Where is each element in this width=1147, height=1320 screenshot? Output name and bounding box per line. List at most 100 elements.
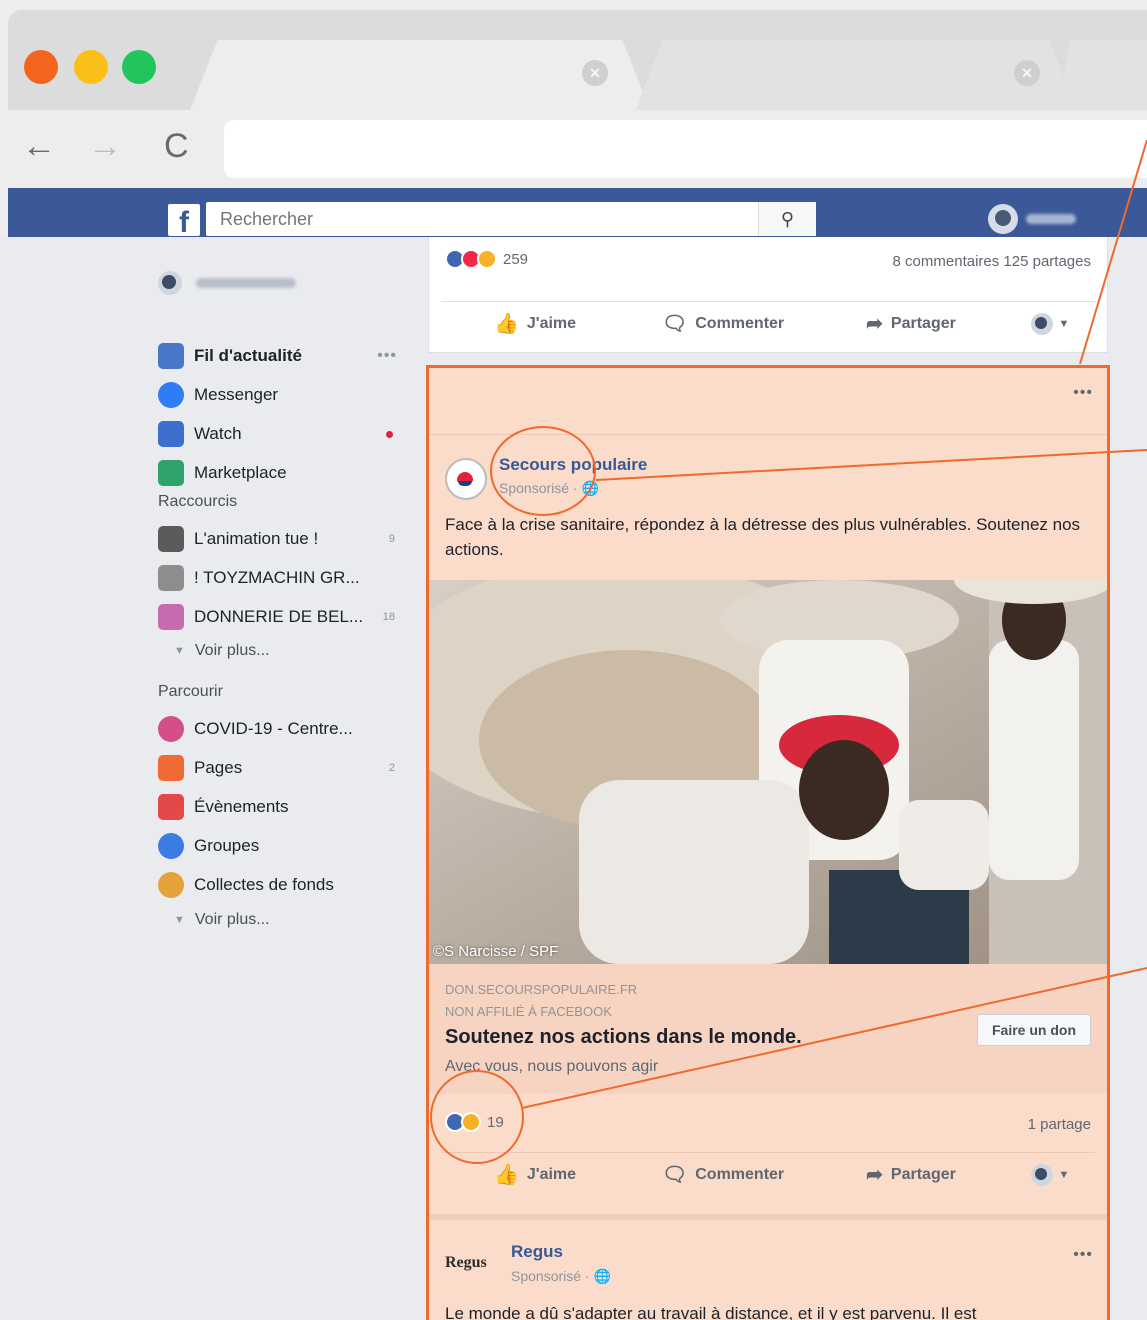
sidebar-item-label: DONNERIE DE BEL... [194, 607, 364, 626]
browser-tab-active[interactable]: × [190, 40, 650, 110]
see-more-label: Voir plus... [194, 911, 270, 928]
post-options-icon[interactable]: ••• [1073, 1246, 1093, 1264]
calendar-icon [158, 794, 184, 820]
browser-tab-inactive[interactable]: × [636, 40, 1076, 110]
forward-arrow-icon[interactable]: → [88, 126, 122, 166]
sidebar-item-label: Pages [194, 758, 243, 777]
flag-icon [158, 755, 184, 781]
comments-shares-count[interactable]: 8 commentaires 125 partages [893, 253, 1091, 270]
chevron-down-icon: ▼ [174, 914, 185, 926]
care-reaction-icon [477, 249, 497, 269]
donate-button[interactable]: Faire un don [977, 1014, 1091, 1046]
address-bar[interactable] [224, 120, 1147, 178]
tab-close-icon[interactable]: × [1014, 60, 1040, 86]
photo-credit: ©S Narcisse / SPF [433, 943, 559, 960]
like-button[interactable]: 👍 J'aime [441, 311, 629, 336]
page-avatar[interactable] [445, 458, 487, 500]
minimize-window-button[interactable] [74, 50, 108, 84]
back-arrow-icon[interactable]: ← [22, 126, 56, 166]
sidebar-item-covid[interactable]: COVID-19 - Centre... [158, 714, 403, 744]
sidebar-item-messenger[interactable]: Messenger [158, 380, 403, 410]
ad-headline: Soutenez nos actions dans le monde. [445, 1026, 802, 1048]
share-arrow-icon: ➦ [866, 1164, 883, 1186]
facebook-logo-icon[interactable]: f [168, 204, 200, 236]
share-label: Partager [890, 314, 956, 332]
browser-toolbar: ← → C [8, 110, 1147, 188]
reload-icon[interactable]: C [164, 126, 189, 166]
more-options-icon[interactable]: ••• [377, 347, 397, 365]
ad-photo-illustration [429, 580, 1107, 964]
see-more-link[interactable]: ▼ Voir plus... [174, 642, 270, 660]
react-as-button[interactable]: ▼ [1005, 312, 1095, 335]
sidebar-item-label: Fil d'actualité [194, 346, 302, 365]
sidebar-item-groups[interactable]: Groupes [158, 831, 403, 861]
group-icon [158, 565, 184, 591]
blurred-username [1026, 214, 1076, 224]
ad-image[interactable]: ©S Narcisse / SPF [429, 580, 1107, 964]
search-icon[interactable]: ⚲ [758, 202, 816, 236]
header-profile-link[interactable] [988, 204, 1076, 234]
comment-button[interactable]: 🗨 Commenter [629, 311, 817, 336]
sidebar-item-label: Marketplace [194, 463, 287, 482]
shortcuts-heading: Raccourcis [158, 493, 238, 510]
tab-close-icon[interactable]: × [582, 60, 608, 86]
sidebar-item-marketplace[interactable]: Marketplace [158, 458, 403, 488]
annotation-circle-sponsored [490, 426, 596, 516]
share-button[interactable]: ➦ Partager [817, 311, 1005, 336]
sidebar-item-shortcut[interactable]: ! TOYZMACHIN GR... [158, 563, 403, 593]
comment-bubble-icon: 🗨 [661, 1164, 688, 1186]
comment-button[interactable]: 🗨 Commenter [629, 1162, 817, 1187]
previous-post-card: 259 8 commentaires 125 partages 👍 J'aime … [428, 237, 1108, 353]
sidebar-item-label: Collectes de fonds [194, 875, 334, 894]
post-separator [429, 1214, 1107, 1220]
group-icon [158, 526, 184, 552]
comment-label: Commenter [695, 314, 785, 332]
search-box: ⚲ [206, 202, 816, 236]
share-button[interactable]: ➦ Partager [817, 1162, 1005, 1187]
avatar [158, 271, 182, 295]
next-post-body-text: Le monde a dû s'adapter au travail à dis… [445, 1304, 977, 1320]
sidebar-item-label: Groupes [194, 836, 260, 855]
marketplace-icon [158, 460, 184, 486]
annotation-circle-reactions [430, 1070, 524, 1164]
browser-tab-inactive[interactable] [1058, 40, 1147, 110]
sidebar-item-events[interactable]: Évènements [158, 792, 403, 822]
share-count[interactable]: 1 partage [1028, 1116, 1091, 1133]
blurred-username [196, 278, 296, 288]
sidebar-item-label: Messenger [194, 385, 279, 404]
search-input[interactable] [206, 202, 766, 236]
badge-count: 2 [388, 762, 395, 774]
regus-logo[interactable]: Regus [445, 1254, 487, 1272]
sidebar-item-label: Évènements [194, 797, 289, 816]
sidebar-item-news-feed[interactable]: Fil d'actualité ••• [158, 341, 403, 371]
maximize-window-button[interactable] [122, 50, 156, 84]
see-more-label: Voir plus... [194, 642, 270, 659]
reaction-summary[interactable]: 259 [445, 249, 528, 269]
sidebar-item-shortcut[interactable]: L'animation tue ! 9 [158, 524, 403, 554]
messenger-icon [158, 382, 184, 408]
close-window-button[interactable] [24, 50, 58, 84]
news-feed-icon [158, 343, 184, 369]
reaction-count: 259 [503, 250, 529, 268]
sidebar-item-label: COVID-19 - Centre... [194, 719, 353, 738]
sidebar-item-fundraisers[interactable]: Collectes de fonds [158, 870, 403, 900]
badge-count: 9 [388, 533, 395, 545]
next-post-page-name[interactable]: Regus [511, 1242, 563, 1262]
sidebar-profile[interactable] [158, 271, 296, 295]
sidebar-item-shortcut[interactable]: DONNERIE DE BEL... 18 [158, 602, 403, 632]
ad-link-preview[interactable]: DON.SECOURSPOPULAIRE.FR NON AFFILIÉ À FA… [429, 964, 1107, 1094]
avatar [1030, 312, 1053, 335]
sidebar-item-pages[interactable]: Pages 2 [158, 753, 403, 783]
chevron-down-icon: ▼ [1058, 1168, 1070, 1181]
like-button[interactable]: 👍 J'aime [441, 1162, 629, 1187]
sidebar-item-watch[interactable]: Watch [158, 419, 403, 449]
see-more-link[interactable]: ▼ Voir plus... [174, 911, 270, 929]
post-options-icon[interactable]: ••• [1073, 384, 1093, 402]
groups-icon [158, 833, 184, 859]
watch-icon [158, 421, 184, 447]
sidebar-item-label: L'animation tue ! [194, 529, 319, 548]
not-affiliated-label: NON AFFILIÉ À FACEBOOK [445, 1004, 612, 1019]
react-as-button[interactable]: ▼ [1005, 1163, 1095, 1186]
explore-heading: Parcourir [158, 683, 223, 700]
sponsored-label: Sponsorisé · 🌐 [511, 1268, 611, 1285]
